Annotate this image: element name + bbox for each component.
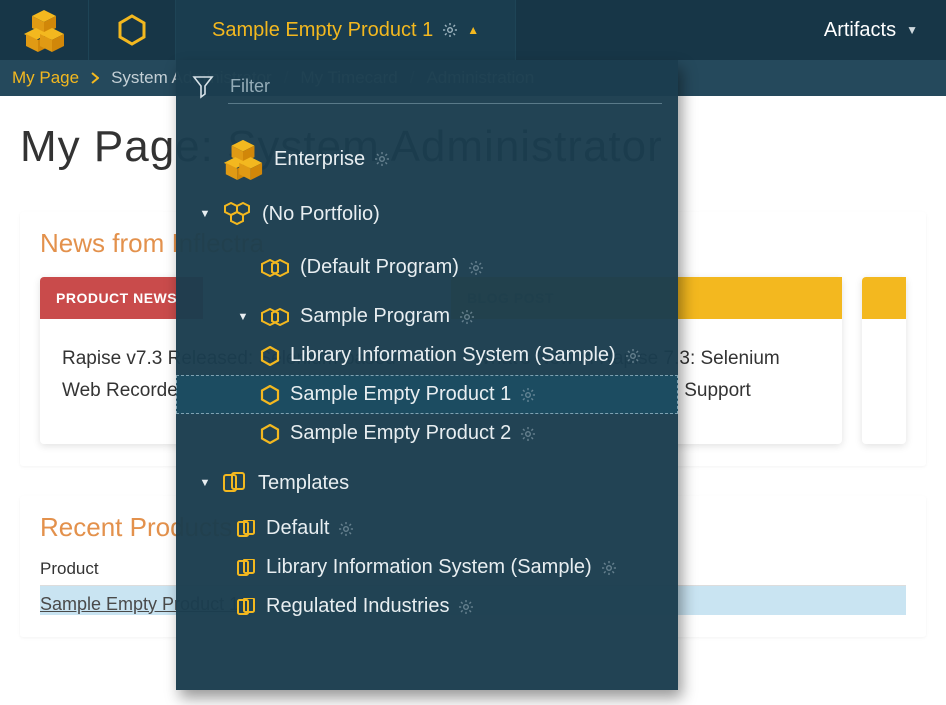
product-home-button[interactable] [88, 0, 176, 60]
breadcrumb-label: My Page [12, 68, 79, 88]
dropdown-item-product[interactable]: Library Information System (Sample) [176, 336, 678, 375]
dropdown-item-label: Sample Empty Product 1 [290, 383, 511, 406]
breadcrumb-item-mypage[interactable]: My Page [12, 68, 99, 88]
product-dropdown: Enterprise ▼ (No Portfolio) (Default Progr… [176, 60, 678, 690]
dropdown-item-templates[interactable]: ▼ Templates [176, 463, 678, 503]
product-icon [260, 346, 280, 366]
dropdown-item-label: Sample Program [300, 305, 450, 328]
dropdown-item-label: Regulated Industries [266, 595, 449, 618]
gear-icon[interactable] [602, 561, 616, 575]
product-icon [260, 385, 280, 405]
gear-icon[interactable] [459, 600, 473, 614]
dropdown-item-label: (Default Program) [300, 256, 459, 279]
dropdown-item-label: Library Information System (Sample) [290, 344, 616, 367]
top-bar: Sample Empty Product 1 ▲ Artifacts ▼ [0, 0, 946, 60]
app-logo[interactable] [0, 0, 88, 60]
gear-icon[interactable] [521, 427, 535, 441]
artifacts-label: Artifacts [824, 19, 896, 42]
dropdown-filter-row [176, 64, 678, 108]
dropdown-item-label: Sample Empty Product 2 [290, 422, 511, 445]
template-icon [236, 520, 256, 538]
topbar-spacer [516, 0, 796, 60]
product-selector-label: Sample Empty Product 1 [212, 19, 433, 42]
template-icon [236, 559, 256, 577]
caret-down-icon: ▼ [906, 23, 918, 37]
caret-down-icon[interactable]: ▼ [198, 208, 212, 220]
gear-icon[interactable] [339, 522, 353, 536]
caret-up-icon: ▲ [467, 23, 479, 37]
hexagon-icon [116, 14, 148, 46]
caret-down-icon[interactable]: ▼ [198, 477, 212, 489]
caret-down-icon[interactable]: ▼ [236, 311, 250, 323]
enterprise-logo-icon [22, 8, 66, 52]
portfolio-icon [222, 202, 252, 226]
dropdown-item-label: (No Portfolio) [262, 203, 380, 226]
product-selector[interactable]: Sample Empty Product 1 ▲ [176, 0, 516, 60]
gear-icon[interactable] [626, 349, 640, 363]
dropdown-item-program[interactable]: ▼ Sample Program [176, 297, 678, 336]
templates-icon [222, 471, 248, 495]
gear-icon[interactable] [521, 388, 535, 402]
dropdown-item-template[interactable]: Regulated Industries [176, 587, 678, 626]
dropdown-filter-input[interactable] [228, 70, 662, 104]
news-card-tag [862, 277, 906, 319]
product-icon [260, 424, 280, 444]
artifacts-menu[interactable]: Artifacts ▼ [796, 0, 946, 60]
gear-icon [443, 23, 457, 37]
enterprise-icon [222, 138, 264, 180]
dropdown-item-label: Default [266, 517, 329, 540]
dropdown-item-product[interactable]: Sample Empty Product 2 [176, 414, 678, 453]
dropdown-item-program[interactable]: (Default Program) [176, 248, 678, 287]
gear-icon[interactable] [469, 261, 483, 275]
chevron-right-icon [91, 72, 99, 84]
dropdown-item-template[interactable]: Default [176, 509, 678, 548]
dropdown-item-label: Templates [258, 472, 349, 495]
dropdown-item-label: Enterprise [274, 148, 365, 171]
news-card-partial[interactable] [862, 277, 906, 444]
dropdown-item-product[interactable]: Sample Empty Product 1 [176, 375, 678, 414]
dropdown-item-label: Library Information System (Sample) [266, 556, 592, 579]
gear-icon[interactable] [375, 152, 389, 166]
dropdown-enterprise[interactable]: Enterprise [176, 130, 678, 188]
filter-icon [192, 75, 214, 99]
gear-icon[interactable] [460, 310, 474, 324]
program-icon [260, 308, 290, 326]
dropdown-item-template[interactable]: Library Information System (Sample) [176, 548, 678, 587]
program-icon [260, 259, 290, 277]
dropdown-item-portfolio[interactable]: ▼ (No Portfolio) [176, 194, 678, 234]
template-icon [236, 598, 256, 616]
